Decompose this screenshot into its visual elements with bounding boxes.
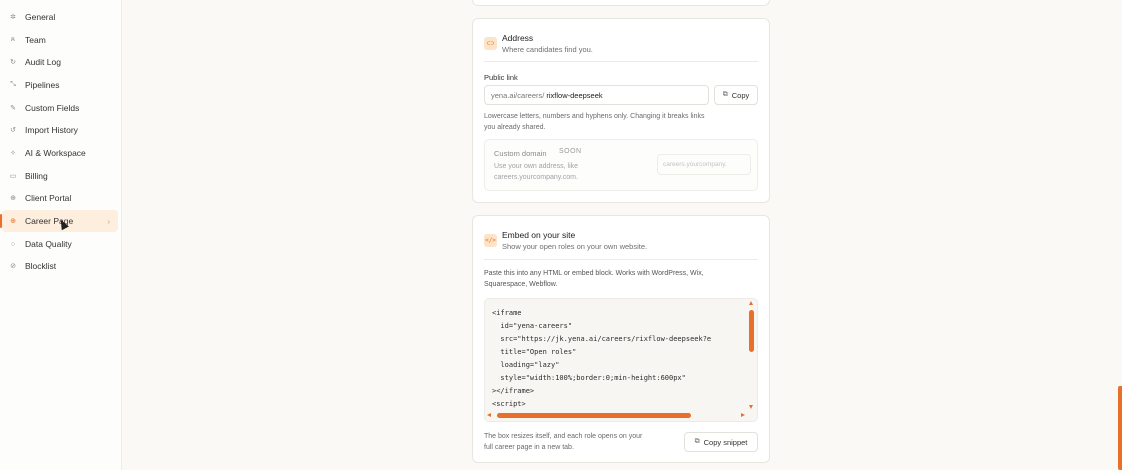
link-icon: ⊂⊃ xyxy=(484,37,497,50)
sidebar-item-pipelines[interactable]: ⤡ Pipelines xyxy=(2,74,118,96)
scroll-down-arrow-icon[interactable] xyxy=(749,405,753,409)
sidebar-item-label: Client Portal xyxy=(25,193,72,203)
sidebar-item-import-history[interactable]: ↺ Import History xyxy=(2,119,118,141)
scroll-left-arrow-icon[interactable] xyxy=(487,413,491,417)
soon-badge: SOON xyxy=(559,148,582,155)
footer-line: The box resizes itself, and each role op… xyxy=(484,433,643,440)
code-line: id="yena-careers" xyxy=(492,322,573,330)
divider xyxy=(484,259,758,260)
sidebar-item-custom-fields[interactable]: ✎ Custom Fields xyxy=(2,97,118,119)
public-link-help: Lowercase letters, numbers and hyphens o… xyxy=(484,111,764,133)
sidebar-item-audit-log[interactable]: ↻ Audit Log xyxy=(2,51,118,73)
embed-code-box[interactable]: <iframe id="yena-careers" src="https://j… xyxy=(484,298,758,422)
sidebar-item-label: Pipelines xyxy=(25,80,60,90)
code-line: loading="lazy" xyxy=(492,361,560,369)
sidebar-item-label: Custom Fields xyxy=(25,103,80,113)
help-line: you already shared. xyxy=(484,124,546,131)
divider xyxy=(484,61,758,62)
copy-link-button[interactable]: ⧉ Copy xyxy=(714,85,758,105)
custom-domain-input: careers.yourcompany. xyxy=(657,154,751,175)
address-title: Address xyxy=(502,33,534,43)
code-line: src="https://jk.yena.ai/careers/rixflow-… xyxy=(492,335,712,343)
intro-line: Squarespace, Webflow. xyxy=(484,281,558,288)
copy-icon: ⧉ xyxy=(722,91,728,98)
sidebar-item-team[interactable]: ጰ Team xyxy=(2,29,118,51)
scroll-up-arrow-icon[interactable] xyxy=(749,301,753,305)
sidebar-item-billing[interactable]: ▭ Billing xyxy=(2,165,118,187)
sidebar-item-label: Import History xyxy=(25,125,78,135)
sidebar-item-label: AI & Workspace xyxy=(25,148,86,158)
custom-domain-desc: Use your own address, like careers.yourc… xyxy=(494,161,614,183)
sidebar-item-data-quality[interactable]: ○ Data Quality xyxy=(2,233,118,255)
globe-icon: ⊕ xyxy=(10,218,16,225)
code-line: <script> xyxy=(492,400,526,408)
sidebar-item-label: Audit Log xyxy=(25,57,61,67)
copy-icon: ⧉ xyxy=(694,438,700,445)
code-line: title="Open roles" xyxy=(492,348,577,356)
url-prefix: yena.ai/careers/ xyxy=(491,90,545,100)
help-line: Lowercase letters, numbers and hyphens o… xyxy=(484,113,705,120)
desc-line: Use your own address, like xyxy=(494,163,579,170)
sidebar-item-blocklist[interactable]: ⊘ Blocklist xyxy=(2,255,118,277)
card-icon: ▭ xyxy=(9,173,17,180)
url-slug[interactable]: rixflow-deepseek xyxy=(546,91,602,100)
sidebar-item-client-portal[interactable]: ⊕ Client Portal xyxy=(2,187,118,209)
sidebar-item-label: General xyxy=(25,12,56,22)
sidebar-item-ai-workspace[interactable]: ✧ AI & Workspace xyxy=(2,142,118,164)
pipeline-icon: ⤡ xyxy=(10,81,16,88)
embed-title: Embed on your site xyxy=(502,230,576,240)
gear-icon: ✲ xyxy=(10,14,16,21)
scroll-right-arrow-icon[interactable] xyxy=(741,413,745,417)
active-indicator xyxy=(0,214,2,228)
copy-label: Copy xyxy=(731,90,750,100)
address-subtitle: Where candidates find you. xyxy=(502,45,593,54)
public-link-label: Public link xyxy=(484,73,518,82)
chevron-right-icon: › xyxy=(107,216,110,226)
code-line: ></iframe> xyxy=(492,387,535,395)
history-icon: ↻ xyxy=(10,59,16,66)
import-icon: ↺ xyxy=(10,127,16,134)
embed-intro: Paste this into any HTML or embed block.… xyxy=(484,268,764,290)
globe-icon: ⊕ xyxy=(10,195,16,202)
copy-snippet-label: Copy snippet xyxy=(703,437,748,447)
sidebar-item-label: Data Quality xyxy=(25,239,72,249)
custom-domain-box: Custom domain SOON Use your own address,… xyxy=(484,139,758,191)
code-line: style="width:100%;border:0;min-height:60… xyxy=(492,374,686,382)
embed-card: </> Embed on your site Show your open ro… xyxy=(472,215,770,463)
circle-icon: ○ xyxy=(10,240,16,248)
sidebar-item-label: Team xyxy=(25,35,46,45)
desc-line: careers.yourcompany.com. xyxy=(494,174,578,181)
address-card: ⊂⊃ Address Where candidates find you. Pu… xyxy=(472,18,770,203)
embed-subtitle: Show your open roles on your own website… xyxy=(502,242,648,251)
copy-snippet-button[interactable]: ⧉ Copy snippet xyxy=(684,432,758,452)
sidebar-item-label: Blocklist xyxy=(25,261,57,271)
previous-card xyxy=(472,0,770,6)
sparkle-icon: ✧ xyxy=(10,150,16,157)
ban-icon: ⊘ xyxy=(10,263,16,270)
sidebar-item-general[interactable]: ✲ General xyxy=(2,6,118,28)
footer-line: full career page in a new tab. xyxy=(484,444,574,451)
horizontal-scrollbar[interactable] xyxy=(487,412,745,419)
field-icon: ✎ xyxy=(10,105,16,112)
vertical-scrollbar[interactable] xyxy=(748,301,755,417)
vertical-scroll-thumb[interactable] xyxy=(748,310,754,352)
embed-footer-help: The box resizes itself, and each role op… xyxy=(484,431,684,453)
sidebar-item-label: Billing xyxy=(25,171,48,181)
code-icon: </> xyxy=(484,234,497,247)
custom-domain-title: Custom domain xyxy=(494,149,547,158)
page-scrollbar[interactable] xyxy=(1118,386,1122,470)
intro-line: Paste this into any HTML or embed block.… xyxy=(484,270,704,277)
users-icon: ጰ xyxy=(10,36,16,43)
public-link-input[interactable]: yena.ai/careers/ rixflow-deepseek xyxy=(484,85,709,105)
settings-sidebar: ✲ General ጰ Team ↻ Audit Log ⤡ Pipelines… xyxy=(0,0,122,470)
code-line: <iframe xyxy=(492,309,522,317)
horizontal-scroll-thumb[interactable] xyxy=(497,413,691,418)
